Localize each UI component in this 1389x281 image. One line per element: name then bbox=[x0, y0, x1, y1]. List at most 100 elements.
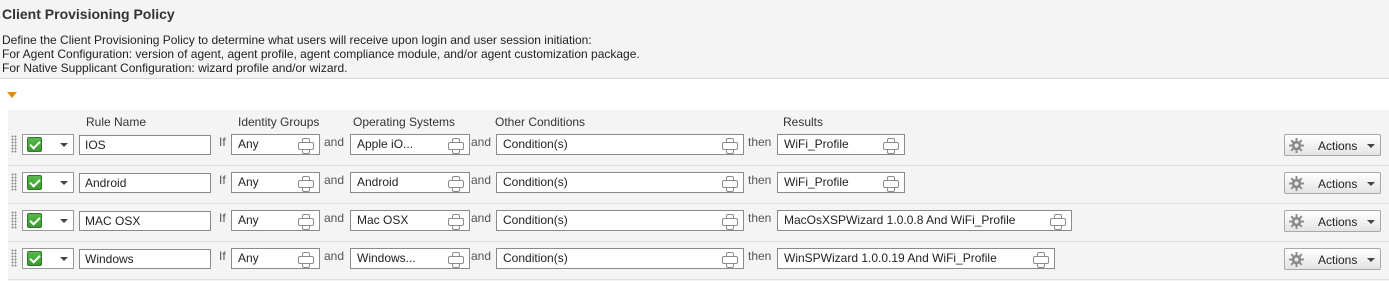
and-label: and bbox=[471, 135, 492, 149]
and-label: and bbox=[324, 173, 345, 187]
policy-row: MAC OSX If Any and Mac OSX and Condition… bbox=[8, 205, 1389, 242]
identity-group-select[interactable]: Any bbox=[231, 210, 320, 231]
column-header-rule-name: Rule Name bbox=[86, 115, 147, 129]
then-label: then bbox=[748, 211, 772, 225]
chevron-down-icon bbox=[60, 181, 68, 185]
operating-system-select[interactable]: Mac OSX bbox=[350, 210, 470, 231]
if-label: If bbox=[219, 211, 226, 225]
add-icon[interactable] bbox=[448, 214, 464, 230]
actions-label: Actions bbox=[1318, 139, 1358, 153]
add-icon[interactable] bbox=[722, 252, 738, 268]
operating-system-select[interactable]: Apple iO... bbox=[350, 134, 470, 155]
actions-label: Actions bbox=[1318, 253, 1358, 267]
add-icon[interactable] bbox=[883, 176, 899, 192]
identity-group-select[interactable]: Any bbox=[231, 248, 320, 269]
other-conditions-value: Condition(s) bbox=[503, 251, 568, 265]
page-title: Client Provisioning Policy bbox=[2, 6, 175, 22]
add-icon[interactable] bbox=[298, 138, 314, 154]
chevron-down-icon bbox=[1367, 144, 1375, 148]
other-conditions-select[interactable]: Condition(s) bbox=[496, 248, 744, 269]
chevron-down-icon bbox=[1367, 182, 1375, 186]
actions-button[interactable]: Actions bbox=[1284, 172, 1381, 194]
gear-icon bbox=[1289, 214, 1304, 229]
actions-button[interactable]: Actions bbox=[1284, 134, 1381, 156]
enabled-checkbox-icon bbox=[27, 175, 42, 190]
result-value: WinSPWizard 1.0.0.19 And WiFi_Profile bbox=[784, 251, 997, 265]
other-conditions-value: Condition(s) bbox=[503, 213, 568, 227]
gear-icon bbox=[1289, 138, 1304, 153]
other-conditions-select[interactable]: Condition(s) bbox=[496, 172, 744, 193]
drag-handle-icon[interactable] bbox=[11, 211, 17, 229]
column-header-identity-groups: Identity Groups bbox=[238, 115, 320, 129]
rule-name-input[interactable]: MAC OSX bbox=[79, 211, 211, 231]
chevron-down-icon bbox=[60, 257, 68, 261]
column-header-operating-systems: Operating Systems bbox=[353, 115, 456, 129]
operating-system-select[interactable]: Android bbox=[350, 172, 470, 193]
and-label: and bbox=[471, 211, 492, 225]
operating-system-value: Mac OSX bbox=[357, 213, 409, 227]
operating-system-value: Windows... bbox=[357, 251, 416, 265]
and-label: and bbox=[324, 249, 345, 263]
collapse-toggle-icon[interactable] bbox=[7, 92, 17, 98]
add-icon[interactable] bbox=[298, 176, 314, 192]
drag-handle-icon[interactable] bbox=[11, 249, 17, 267]
result-select[interactable]: WinSPWizard 1.0.0.19 And WiFi_Profile bbox=[777, 248, 1055, 269]
rule-name-input[interactable]: Windows bbox=[79, 249, 211, 269]
chevron-down-icon bbox=[1367, 220, 1375, 224]
description-line-3: For Native Supplicant Configuration: wiz… bbox=[2, 61, 348, 75]
drag-handle-icon[interactable] bbox=[11, 135, 17, 153]
chevron-down-icon bbox=[1367, 258, 1375, 262]
and-label: and bbox=[471, 249, 492, 263]
then-label: then bbox=[748, 173, 772, 187]
status-dropdown[interactable] bbox=[22, 134, 74, 155]
enabled-checkbox-icon bbox=[27, 213, 42, 228]
add-icon[interactable] bbox=[722, 176, 738, 192]
actions-button[interactable]: Actions bbox=[1284, 248, 1381, 270]
add-icon[interactable] bbox=[298, 214, 314, 230]
other-conditions-value: Condition(s) bbox=[503, 175, 568, 189]
operating-system-value: Apple iO... bbox=[357, 137, 414, 151]
result-select[interactable]: WiFi_Profile bbox=[777, 134, 905, 155]
result-select[interactable]: WiFi_Profile bbox=[777, 172, 905, 193]
identity-group-value: Any bbox=[238, 137, 259, 151]
add-icon[interactable] bbox=[883, 138, 899, 154]
rule-name-input[interactable]: Android bbox=[79, 173, 211, 193]
actions-label: Actions bbox=[1318, 215, 1358, 229]
result-select[interactable]: MacOsXSPWizard 1.0.0.8 And WiFi_Profile bbox=[777, 210, 1072, 231]
identity-group-value: Any bbox=[238, 251, 259, 265]
other-conditions-select[interactable]: Condition(s) bbox=[496, 210, 744, 231]
status-dropdown[interactable] bbox=[22, 172, 74, 193]
add-icon[interactable] bbox=[1033, 252, 1049, 268]
identity-group-value: Any bbox=[238, 175, 259, 189]
actions-label: Actions bbox=[1318, 177, 1358, 191]
policy-row: Android If Any and Android and Condition… bbox=[8, 167, 1389, 204]
gear-icon bbox=[1289, 252, 1304, 267]
add-icon[interactable] bbox=[298, 252, 314, 268]
add-icon[interactable] bbox=[1050, 214, 1066, 230]
description-line-1: Define the Client Provisioning Policy to… bbox=[2, 33, 592, 47]
other-conditions-select[interactable]: Condition(s) bbox=[496, 134, 744, 155]
add-icon[interactable] bbox=[448, 138, 464, 154]
status-dropdown[interactable] bbox=[22, 248, 74, 269]
operating-system-select[interactable]: Windows... bbox=[350, 248, 470, 269]
if-label: If bbox=[219, 249, 226, 263]
add-icon[interactable] bbox=[448, 176, 464, 192]
drag-handle-icon[interactable] bbox=[11, 173, 17, 191]
add-icon[interactable] bbox=[448, 252, 464, 268]
gear-icon bbox=[1289, 176, 1304, 191]
actions-button[interactable]: Actions bbox=[1284, 210, 1381, 232]
result-value: WiFi_Profile bbox=[784, 137, 849, 151]
identity-group-select[interactable]: Any bbox=[231, 172, 320, 193]
identity-group-select[interactable]: Any bbox=[231, 134, 320, 155]
rule-name-input[interactable]: IOS bbox=[79, 135, 211, 155]
page-header: Client Provisioning Policy Define the Cl… bbox=[0, 0, 1389, 79]
status-dropdown[interactable] bbox=[22, 210, 74, 231]
identity-group-value: Any bbox=[238, 213, 259, 227]
chevron-down-icon bbox=[60, 219, 68, 223]
add-icon[interactable] bbox=[722, 138, 738, 154]
policy-row: IOS If Any and Apple iO... and Condition… bbox=[8, 129, 1389, 166]
then-label: then bbox=[748, 135, 772, 149]
add-icon[interactable] bbox=[722, 214, 738, 230]
if-label: If bbox=[219, 135, 226, 149]
policy-row: Windows If Any and Windows... and Condit… bbox=[8, 243, 1389, 280]
